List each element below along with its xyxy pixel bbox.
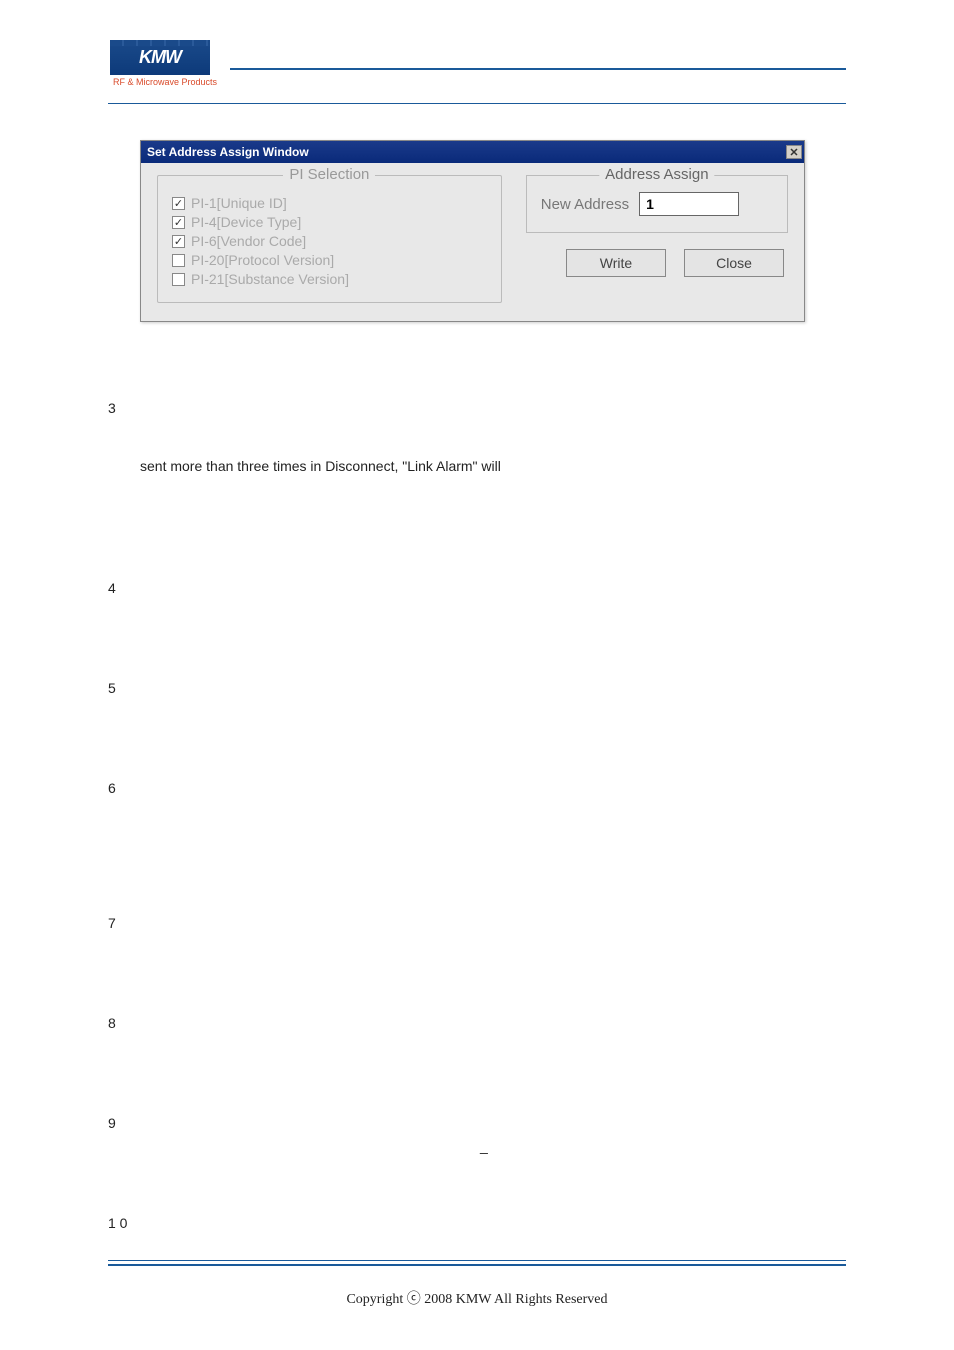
list-marker: 8: [108, 1015, 116, 1031]
copyright-text: Copyright ⓒ 2008 KMW All Rights Reserved: [0, 1288, 954, 1308]
new-address-row: New Address: [541, 192, 773, 216]
pi-checkbox-label: PI-4[Device Type]: [191, 214, 301, 230]
list-marker: 4: [108, 580, 116, 596]
checkbox-icon[interactable]: [172, 273, 185, 286]
dialog-button-row: Write Close: [526, 249, 788, 277]
pi-selection-group: PI Selection ✓ PI-1[Unique ID] ✓ PI-4[De…: [157, 175, 502, 303]
list-marker: 5: [108, 680, 116, 696]
dash-mark: _: [480, 1138, 488, 1154]
address-assign-dialog: Set Address Assign Window ✕ PI Selection…: [140, 140, 805, 322]
footer-rule-top: [108, 1260, 846, 1261]
close-icon[interactable]: ✕: [786, 145, 802, 159]
address-assign-group: Address Assign New Address: [526, 175, 788, 233]
address-assign-legend: Address Assign: [599, 166, 714, 183]
list-marker: 3: [108, 400, 116, 416]
list-marker: 1 0: [108, 1215, 127, 1231]
dialog-title: Set Address Assign Window: [147, 145, 309, 159]
header-logo: KMW RF & Microwave Products: [110, 40, 220, 87]
pi-checkbox-row[interactable]: PI-21[Substance Version]: [172, 271, 487, 287]
pi-checkbox-row[interactable]: PI-20[Protocol Version]: [172, 252, 487, 268]
pi-checkbox-row[interactable]: ✓ PI-1[Unique ID]: [172, 195, 487, 211]
body-line: sent more than three times in Disconnect…: [140, 458, 501, 474]
pi-checkbox-row[interactable]: ✓ PI-6[Vendor Code]: [172, 233, 487, 249]
new-address-label: New Address: [541, 196, 629, 213]
checkbox-icon[interactable]: ✓: [172, 235, 185, 248]
checkbox-icon[interactable]: ✓: [172, 216, 185, 229]
list-marker: 7: [108, 915, 116, 931]
close-button[interactable]: Close: [684, 249, 784, 277]
list-marker: 9: [108, 1115, 116, 1131]
header-rule-top: [230, 68, 846, 70]
pi-selection-legend: PI Selection: [283, 166, 375, 183]
pi-checkbox-label: PI-1[Unique ID]: [191, 195, 287, 211]
list-marker: 6: [108, 780, 116, 796]
dialog-titlebar[interactable]: Set Address Assign Window ✕: [141, 141, 804, 163]
pi-checkbox-row[interactable]: ✓ PI-4[Device Type]: [172, 214, 487, 230]
write-button[interactable]: Write: [566, 249, 666, 277]
checkbox-icon[interactable]: [172, 254, 185, 267]
right-column: Address Assign New Address Write Close: [526, 175, 788, 303]
dialog-body: PI Selection ✓ PI-1[Unique ID] ✓ PI-4[De…: [141, 163, 804, 321]
logo-mark: KMW: [110, 40, 210, 75]
header-rule-bottom: [108, 103, 846, 104]
pi-checkbox-label: PI-21[Substance Version]: [191, 271, 349, 287]
footer-rule-bottom: [108, 1264, 846, 1266]
pi-checkbox-label: PI-20[Protocol Version]: [191, 252, 334, 268]
pi-checkbox-label: PI-6[Vendor Code]: [191, 233, 306, 249]
checkbox-icon[interactable]: ✓: [172, 197, 185, 210]
new-address-input[interactable]: [639, 192, 739, 216]
logo-tagline: RF & Microwave Products: [110, 77, 220, 87]
